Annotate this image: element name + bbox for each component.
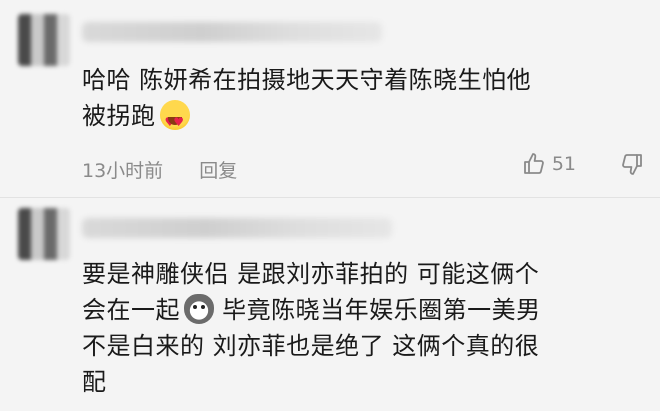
- username-blurred[interactable]: [82, 218, 392, 238]
- comment-text-line-1: 要是神雕侠侣 是跟刘亦菲拍的 可能这俩个: [82, 260, 540, 288]
- username-blurred[interactable]: [82, 22, 382, 42]
- comment-text-line-2a: 会在一起: [82, 296, 180, 324]
- comment-2: 要是神雕侠侣 是跟刘亦菲拍的 可能这俩个 会在一起 毕竟陈晓当年娱乐圈第一美男 …: [0, 198, 660, 411]
- heart-eyes-emoji-icon: [159, 100, 190, 140]
- comment-text: 要是神雕侠侣 是跟刘亦菲拍的 可能这俩个 会在一起 毕竟陈晓当年娱乐圈第一美男 …: [82, 256, 642, 400]
- avatar[interactable]: [18, 14, 70, 66]
- avatar[interactable]: [18, 208, 70, 260]
- timestamp: 13小时前: [82, 160, 164, 182]
- comment-text-line-4: 配: [82, 368, 107, 396]
- comment-text-line-2b: 毕竟陈晓当年娱乐圈第一美男: [214, 296, 541, 324]
- comment-text-line: 哈哈 陈妍希在拍摄地天天守着陈晓生怕他: [82, 62, 642, 98]
- comment-text-line-3: 不是白来的 刘亦菲也是绝了 这俩个真的很: [82, 332, 540, 360]
- comment-text-line: 会在一起 毕竟陈晓当年娱乐圈第一美男: [82, 292, 642, 328]
- like-count: 51: [551, 153, 576, 175]
- comment-actions: 51: [522, 152, 644, 176]
- comment-1: 哈哈 陈妍希在拍摄地天天守着陈晓生怕他 被拐跑 13小时前 回复 51: [0, 0, 660, 198]
- comment-text-line: 要是神雕侠侣 是跟刘亦菲拍的 可能这俩个: [82, 256, 642, 292]
- thumbs-down-icon[interactable]: [620, 152, 644, 176]
- comment-text-line-2: 被拐跑: [82, 102, 156, 130]
- thumbs-up-icon[interactable]: [522, 152, 546, 176]
- comment-text-line: 不是白来的 刘亦菲也是绝了 这俩个真的很: [82, 328, 642, 364]
- comment-text: 哈哈 陈妍希在拍摄地天天守着陈晓生怕他 被拐跑: [82, 62, 642, 140]
- comment-text-line: 被拐跑: [82, 98, 642, 140]
- reply-button[interactable]: 回复: [199, 160, 237, 182]
- comment-text-line: 配: [82, 364, 642, 400]
- comment-meta: 13小时前 回复: [82, 156, 267, 183]
- husky-dog-emoji-icon: [184, 294, 214, 324]
- comment-text-line-1: 哈哈 陈妍希在拍摄地天天守着陈晓生怕他: [82, 66, 532, 94]
